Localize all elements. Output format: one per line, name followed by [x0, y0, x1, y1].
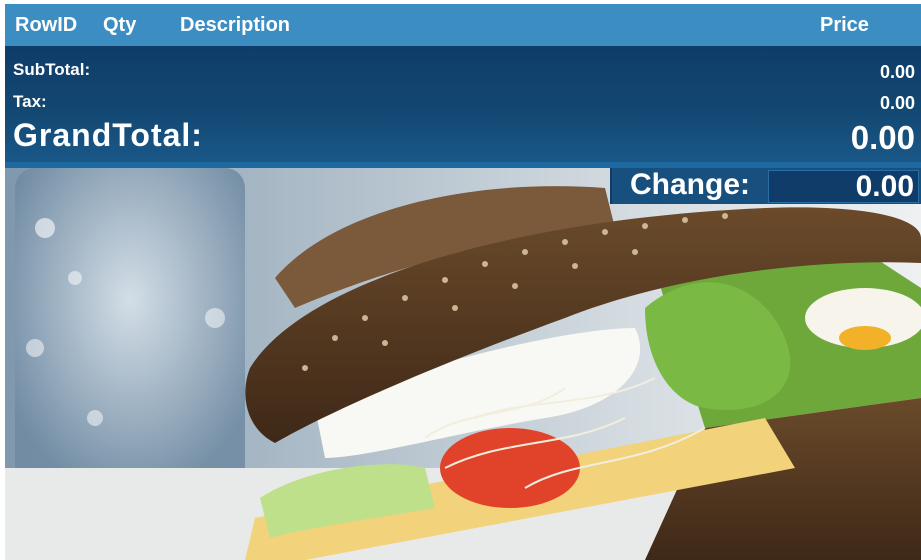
- change-field: 0.00: [768, 170, 919, 203]
- column-header-price[interactable]: Price: [820, 14, 869, 37]
- totals-panel: SubTotal: 0.00 Tax: 0.00 GrandTotal: 0.0…: [5, 46, 921, 168]
- column-header-qty[interactable]: Qty: [103, 14, 136, 37]
- change-bar: Change: 0.00: [610, 168, 921, 204]
- subtotal-label: SubTotal:: [13, 60, 91, 79]
- column-header-description[interactable]: Description: [180, 14, 290, 37]
- tax-label: Tax:: [13, 92, 47, 111]
- background-sandwich-image: [5, 168, 921, 560]
- grandtotal-value: 0.00: [850, 119, 915, 156]
- column-header-bar: RowID Qty Description Price: [5, 4, 921, 46]
- column-header-rowid[interactable]: RowID: [15, 14, 77, 37]
- change-label: Change:: [630, 168, 750, 201]
- sandwich-illustration: [5, 168, 921, 560]
- tax-value: 0.00: [879, 93, 915, 113]
- grandtotal-label: GrandTotal:: [13, 117, 203, 153]
- change-value: 0.00: [855, 170, 914, 203]
- pos-screen: RowID Qty Description Price SubTotal: 0.…: [5, 4, 921, 560]
- subtotal-value: 0.00: [879, 62, 915, 82]
